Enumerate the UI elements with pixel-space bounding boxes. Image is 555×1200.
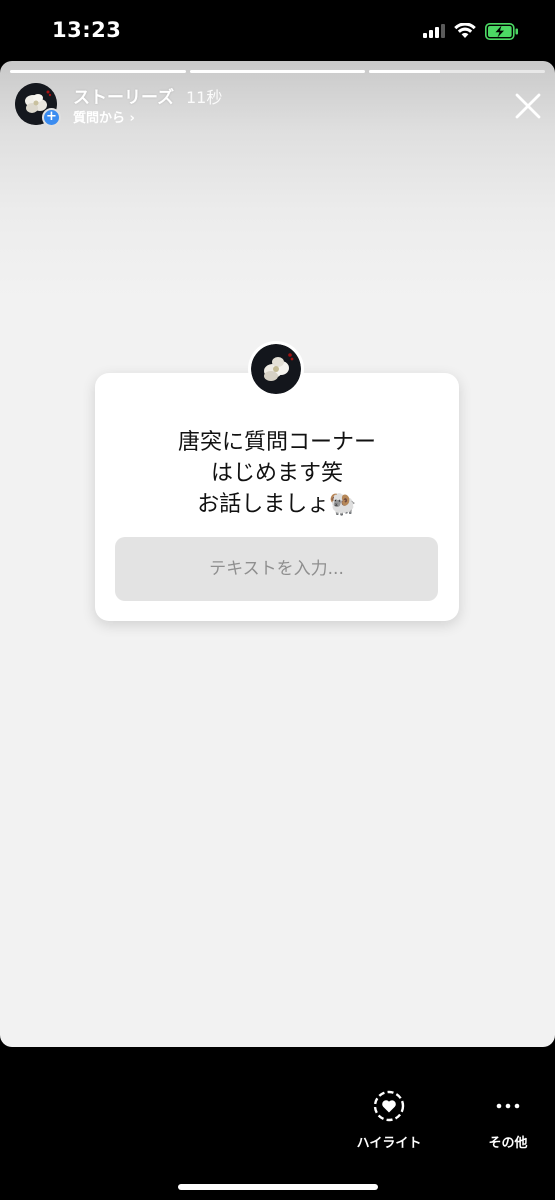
progress-segment [369, 70, 546, 73]
close-icon[interactable] [511, 89, 545, 123]
story-time-ago: 11秒 [186, 88, 223, 107]
story-card[interactable]: + ストーリーズ 11秒 質問から › 唐突に質問コーナー はじめます笑 お話し… [0, 61, 555, 1047]
progress-fill [369, 70, 440, 73]
sticker-card: 唐突に質問コーナー はじめます笑 お話しましょ🐏 テキストを入力... [95, 373, 459, 621]
more-button[interactable]: その他 [475, 1088, 541, 1151]
sticker-line: お話しましょ🐏 [197, 492, 357, 517]
battery-charging-icon [485, 22, 518, 40]
status-time: 13:23 [52, 18, 122, 42]
question-sticker: 唐突に質問コーナー はじめます笑 お話しましょ🐏 テキストを入力... [95, 341, 459, 621]
signal-icon [423, 24, 445, 38]
progress-fill [10, 70, 186, 73]
sticker-question-text: 唐突に質問コーナー はじめます笑 お話しましょ🐏 [95, 427, 459, 520]
story-username[interactable]: ストーリーズ [73, 83, 174, 108]
story-viewer-screen: 13:23 + ストーリーズ 11秒 質問から › 唐突に質問コーナー はじめま… [0, 0, 555, 1200]
progress-fill [189, 70, 366, 73]
progress-segment [10, 70, 186, 73]
story-source-link[interactable]: 質問から › [73, 107, 135, 126]
add-story-icon: + [42, 108, 61, 127]
highlight-heart-icon [355, 1088, 423, 1124]
home-indicator[interactable] [178, 1184, 378, 1190]
sticker-line: はじめます笑 [210, 461, 343, 486]
answer-input[interactable]: テキストを入力... [115, 537, 438, 601]
highlight-label: ハイライト [356, 1136, 422, 1151]
bottom-action-bar: ハイライト その他 [355, 1088, 555, 1158]
flower-avatar-image [251, 344, 301, 394]
progress-segment [189, 70, 366, 73]
status-bar: 13:23 [0, 0, 555, 62]
status-icons [423, 20, 519, 42]
wifi-icon [454, 23, 476, 38]
more-label: その他 [488, 1136, 528, 1151]
sticker-avatar [248, 341, 304, 397]
avatar[interactable]: + [15, 83, 61, 127]
highlight-button[interactable]: ハイライト [355, 1088, 423, 1151]
story-progress [10, 70, 546, 73]
story-header: + ストーリーズ 11秒 質問から › [15, 83, 555, 129]
more-dots-icon [475, 1088, 541, 1124]
sticker-line: 唐突に質問コーナー [177, 430, 376, 455]
